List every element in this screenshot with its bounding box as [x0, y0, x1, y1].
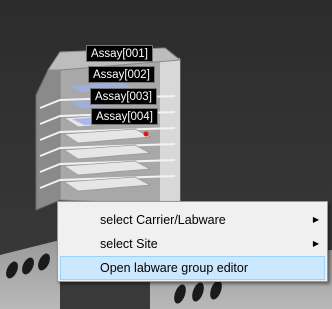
menu-item-select-site[interactable]: select Site ▶	[60, 232, 325, 256]
chevron-right-icon: ▶	[312, 215, 319, 224]
chevron-right-icon: ▶	[312, 239, 319, 248]
site-marker	[143, 131, 149, 137]
menu-item-label: select Site	[100, 237, 158, 251]
labware-label-4[interactable]: Assay[004]	[91, 108, 158, 125]
labware-label-2[interactable]: Assay[002]	[88, 66, 155, 83]
labware-label-3[interactable]: Assay[003]	[90, 88, 157, 105]
menu-item-label: Open labware group editor	[100, 261, 249, 275]
labware-label-1[interactable]: Assay[001]	[86, 45, 153, 62]
context-menu: select Carrier/Labware ▶ select Site ▶ O…	[57, 201, 328, 282]
menu-item-open-labware-group-editor[interactable]: Open labware group editor	[60, 256, 325, 280]
menu-item-select-carrier-labware[interactable]: select Carrier/Labware ▶	[60, 208, 325, 232]
3d-viewport[interactable]: Assay[001] Assay[002] Assay[003] Assay[0…	[0, 0, 332, 309]
menu-item-label: select Carrier/Labware	[100, 213, 226, 227]
